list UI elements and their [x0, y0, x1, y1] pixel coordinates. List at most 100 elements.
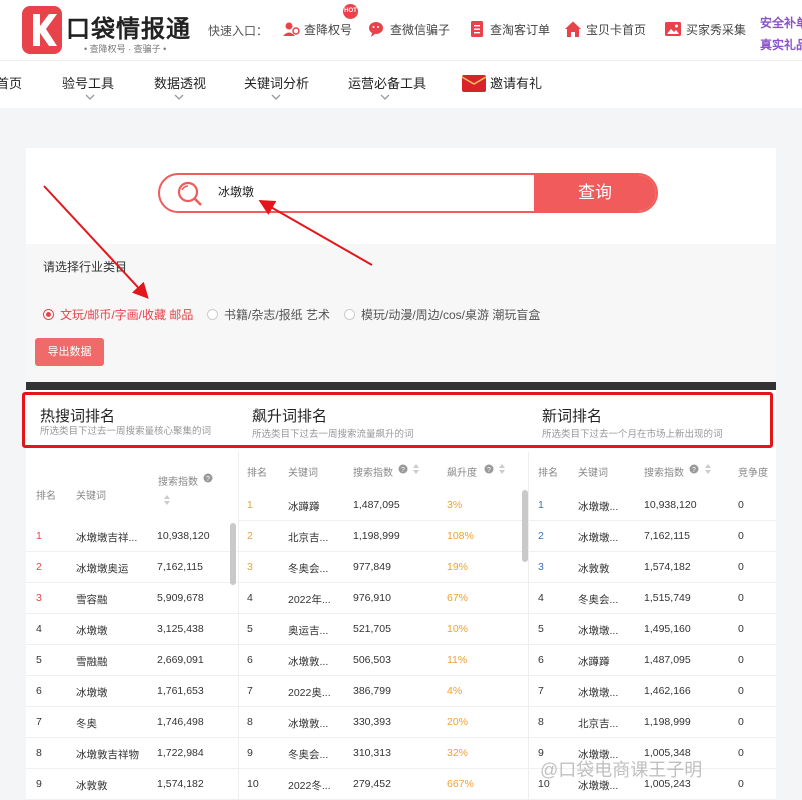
cell-index: 7,162,115 — [644, 530, 690, 542]
table-row[interactable]: 10 2022冬... 279,452 667% — [239, 769, 528, 800]
table-row[interactable]: 1 冰蹲蹲 1,487,095 3% — [239, 490, 528, 521]
rising-header-rise[interactable]: 飙升度 — [447, 464, 477, 479]
cell-competition: 0 — [738, 592, 744, 604]
cell-index: 1,198,999 — [353, 530, 400, 542]
hot-header-keyword: 关键词 — [76, 491, 106, 502]
search-box: 查询 — [158, 173, 658, 213]
cell-rise: 667% — [447, 778, 474, 790]
table-row[interactable]: 3 冬奥会... 977,849 19% — [239, 552, 528, 583]
nav-item-keyword-analysis[interactable]: 关键词分析 — [244, 73, 309, 92]
table-row[interactable]: 3 雪容融 5,909,678 — [26, 583, 238, 614]
cell-rise: 19% — [447, 561, 469, 573]
safe-line-2: 真实礼品 — [760, 38, 802, 52]
new-header-competition[interactable]: 竞争度 — [738, 464, 768, 479]
cell-rise: 11% — [447, 654, 468, 666]
table-row[interactable]: 6 冰墩墩 1,761,653 — [26, 676, 238, 707]
industry-option-collectibles[interactable]: 文玩/邮币/字画/收藏 邮品 — [43, 306, 193, 323]
table-row[interactable]: 4 2022年... 976,910 67% — [239, 583, 528, 614]
sort-icon[interactable] — [704, 463, 712, 475]
nav-item-home[interactable]: 首页 — [0, 73, 22, 92]
cell-keyword: 雪融融 — [76, 656, 108, 668]
svg-text:?: ? — [401, 467, 405, 474]
sort-icon[interactable] — [163, 494, 171, 506]
hot-header-index[interactable]: 搜索指数 — [158, 473, 198, 488]
export-data-button[interactable]: 导出数据 — [35, 338, 104, 366]
cell-index: 1,495,160 — [644, 623, 691, 635]
cell-rank: 1 — [538, 499, 544, 511]
cell-index: 1,487,095 — [353, 499, 400, 511]
table-row[interactable]: 7 冰墩墩... 1,462,166 0 — [529, 676, 776, 707]
nav-item-invite[interactable]: 邀请有礼 — [490, 73, 542, 92]
safe-gift-promo[interactable]: 安全补单 真实礼品 — [760, 12, 802, 56]
table-row[interactable]: 1 冰墩墩... 10,938,120 0 — [529, 490, 776, 521]
help-icon[interactable]: ? — [203, 473, 213, 483]
nav-item-data-pivot[interactable]: 数据透视 — [154, 73, 206, 92]
table-row[interactable]: 5 冰墩墩... 1,495,160 0 — [529, 614, 776, 645]
table-row[interactable]: 7 冬奥 1,746,498 — [26, 707, 238, 738]
quick-link-taoke-order[interactable]: 查淘客订单 — [468, 20, 550, 38]
cell-rank: 8 — [247, 716, 253, 728]
cell-competition: 0 — [738, 561, 744, 573]
site-logo[interactable]: 口袋情报通 • 查降权号 · 查骗子 • — [22, 6, 192, 54]
section-divider — [26, 382, 776, 390]
help-icon[interactable]: ? — [484, 464, 494, 474]
cell-index: 386,799 — [353, 685, 391, 697]
quick-link-card-home[interactable]: 宝贝卡首页 — [564, 20, 646, 38]
table-row[interactable]: 1 冰墩墩吉祥... 10,938,120 — [26, 521, 238, 552]
sort-icon[interactable] — [498, 463, 506, 475]
cell-index: 10,938,120 — [644, 499, 697, 511]
cell-competition: 0 — [738, 685, 744, 697]
sort-icon[interactable] — [412, 463, 420, 475]
cell-rank: 1 — [36, 530, 42, 542]
table-row[interactable]: 4 冰墩墩 3,125,438 — [26, 614, 238, 645]
hot-scrollbar[interactable] — [230, 523, 236, 585]
nav-item-verify-tools[interactable]: 验号工具 — [62, 73, 114, 92]
table-row[interactable]: 7 2022奥... 386,799 4% — [239, 676, 528, 707]
industry-option-toys[interactable]: 模玩/动漫/周边/cos/桌游 潮玩盲盒 — [344, 306, 540, 323]
cell-index: 1,746,498 — [157, 716, 204, 728]
safe-line-1: 安全补单 — [760, 16, 802, 30]
cell-index: 521,705 — [353, 623, 391, 635]
search-input[interactable] — [218, 184, 518, 198]
table-row[interactable]: 6 冰蹲蹲 1,487,095 0 — [529, 645, 776, 676]
industry-option-books[interactable]: 书籍/杂志/报纸 艺术 — [207, 306, 330, 323]
table-row[interactable]: 2 北京吉... 1,198,999 108% — [239, 521, 528, 552]
table-row[interactable]: 5 奥运吉... 521,705 10% — [239, 614, 528, 645]
table-row[interactable]: 9 冰敦敦 1,574,182 — [26, 769, 238, 800]
search-button[interactable]: 查询 — [534, 175, 656, 211]
quick-link-wechat-scam[interactable]: 查微信骗子 — [368, 20, 450, 38]
table-row[interactable]: 8 冰墩敦... 330,393 20% — [239, 707, 528, 738]
cell-competition: 0 — [738, 654, 744, 666]
table-row[interactable]: 8 冰墩敦吉祥物 1,722,984 — [26, 738, 238, 769]
cell-rank: 2 — [247, 530, 253, 542]
quick-link-buyer-show[interactable]: 买家秀采集 — [664, 20, 746, 38]
table-row[interactable]: 2 冰墩墩... 7,162,115 0 — [529, 521, 776, 552]
help-icon[interactable]: ? — [398, 464, 408, 474]
cell-competition: 0 — [738, 499, 744, 511]
cell-index: 5,909,678 — [157, 592, 204, 604]
new-header-rank: 排名 — [538, 468, 558, 479]
cell-competition: 0 — [738, 778, 744, 790]
table-row[interactable]: 4 冬奥会... 1,515,749 0 — [529, 583, 776, 614]
cell-keyword: 冰敦敦 — [76, 780, 108, 792]
nav-item-ops-tools[interactable]: 运营必备工具 — [348, 73, 426, 92]
cell-keyword: 冰墩敦... — [288, 718, 329, 730]
cell-competition: 0 — [738, 623, 744, 635]
cell-index: 330,393 — [353, 716, 391, 728]
table-row[interactable]: 2 冰墩墩奥运 7,162,115 — [26, 552, 238, 583]
rising-header-index[interactable]: 搜索指数 — [353, 464, 393, 479]
new-header-index[interactable]: 搜索指数 — [644, 464, 684, 479]
table-row[interactable]: 9 冬奥会... 310,313 32% — [239, 738, 528, 769]
table-row[interactable]: 3 冰敦敦 1,574,182 0 — [529, 552, 776, 583]
cell-rise: 4% — [447, 685, 463, 697]
cell-index: 10,938,120 — [157, 530, 210, 542]
user-check-icon — [283, 22, 300, 36]
cell-keyword: 奥运吉... — [288, 625, 329, 637]
cell-index: 7,162,115 — [157, 561, 203, 573]
table-row[interactable]: 8 北京吉... 1,198,999 0 — [529, 707, 776, 738]
help-icon[interactable]: ? — [689, 464, 699, 474]
industry-option-label: 文玩/邮币/字画/收藏 邮品 — [60, 308, 194, 322]
table-row[interactable]: 5 雪融融 2,669,091 — [26, 645, 238, 676]
quick-link-check-demoted[interactable]: 查降权号 — [282, 20, 352, 38]
table-row[interactable]: 6 冰墩敦... 506,503 11% — [239, 645, 528, 676]
